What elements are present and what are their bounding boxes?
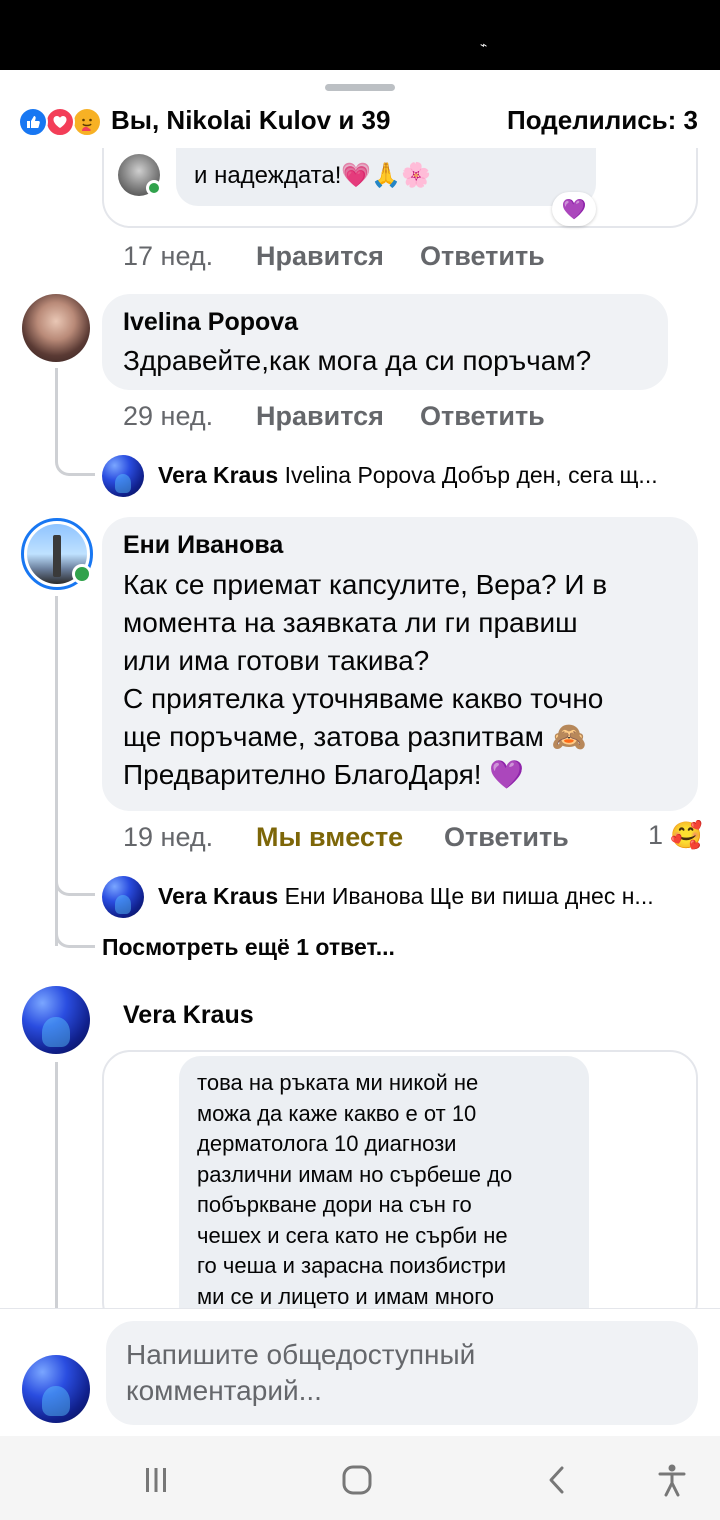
comment-input[interactable]: Напишите общедоступный комментарий...	[106, 1321, 698, 1425]
reply-avatar[interactable]	[102, 455, 144, 497]
reply-button[interactable]: Ответить	[420, 401, 545, 432]
love-icon	[45, 107, 75, 137]
comment-line: ще поръчаме, затова разпитвам 🙈	[123, 721, 587, 752]
image-text-line: побъркване дори на сън го	[197, 1192, 472, 1217]
thread-connector	[55, 860, 95, 896]
reply-text: Ени Иванова Ще ви пиша днес н...	[284, 883, 654, 909]
reactors-summary[interactable]: Вы, Nikolai Kulov и 39	[111, 105, 390, 136]
thread-line	[55, 1062, 58, 1308]
like-button[interactable]: Нравится	[256, 241, 384, 272]
shares-count[interactable]: Поделились: 3	[507, 105, 698, 136]
online-indicator	[72, 564, 92, 584]
comment-image[interactable]: това на ръката ми никой не можа да каже …	[102, 1050, 698, 1330]
comment-text: Здравейте,как мога да си поръчам?	[123, 345, 592, 376]
image-text-line: дерматолога 10 диагнози	[197, 1131, 457, 1156]
comment-time: 19 нед.	[123, 822, 214, 852]
reply-author: Vera Kraus	[158, 883, 279, 909]
like-button-active[interactable]: Мы вместе	[256, 822, 403, 853]
comment-author[interactable]: Ivelina Popova	[123, 308, 298, 337]
reply-avatar[interactable]	[102, 876, 144, 918]
accessibility-icon[interactable]	[654, 1462, 690, 1498]
reply-author: Vera Kraus	[158, 462, 279, 488]
image-text-line: това на ръката ми никой не	[197, 1070, 479, 1095]
image-text-line: чешех и сега като не сърби не	[197, 1222, 508, 1248]
thread-line	[55, 368, 58, 448]
reaction-count[interactable]: 1	[648, 820, 663, 851]
reactions-header[interactable]: Вы, Nikolai Kulov и 39 Поделились: 3	[0, 98, 720, 148]
like-button[interactable]: Нравится	[256, 401, 384, 432]
comment-time: 29 нед.	[123, 401, 214, 431]
comment-line: Предварително БлагоДаря! 💜	[123, 759, 525, 790]
thread-line	[55, 596, 58, 946]
avatar[interactable]	[22, 986, 90, 1054]
comment-line: Как се приемат капсулите, Вера? И в	[123, 569, 608, 600]
reply-preview[interactable]: Vera Kraus Ivelina Popova Добър ден, сег…	[158, 462, 698, 489]
back-icon[interactable]	[540, 1462, 576, 1498]
comment-composer: Напишите общедоступный комментарий...	[0, 1308, 720, 1436]
reaction-badge: 💜	[552, 192, 596, 226]
comment-time: 17 нед.	[123, 241, 214, 271]
like-icon	[18, 107, 48, 137]
comment-author[interactable]: Ени Иванова	[123, 531, 283, 560]
comment-text: Как се приемат капсулите, Вера? И в моме…	[123, 566, 693, 794]
reaction-emoji[interactable]: 🥰	[670, 820, 702, 851]
image-text-line: го чеша и зарасна поизбистри	[197, 1253, 507, 1278]
status-mark: ⌁	[480, 38, 488, 52]
reaction-icons[interactable]	[18, 107, 108, 137]
comment-author[interactable]: Vera Kraus	[123, 1001, 254, 1030]
comment-text: и надеждата!💗🙏🌸	[194, 162, 432, 189]
thread-connector	[55, 440, 95, 476]
comments-sheet: Вы, Nikolai Kulov и 39 Поделились: 3 и н…	[0, 70, 720, 1436]
image-text: това на ръката ми никой не можа да каже …	[197, 1068, 587, 1312]
comment-line: или има готови такива?	[123, 645, 430, 676]
home-icon[interactable]	[339, 1462, 375, 1498]
status-bar: ⌁	[0, 0, 720, 70]
sheet-grabber[interactable]	[325, 84, 395, 91]
image-text-line: различни имам но сърбеше до	[197, 1161, 513, 1187]
reply-button[interactable]: Ответить	[420, 241, 545, 272]
placeholder-line: комментарий...	[126, 1375, 322, 1406]
reply-text: Ivelina Popova Добър ден, сега щ...	[284, 462, 658, 488]
system-nav-bar	[0, 1436, 720, 1520]
reply-button[interactable]: Ответить	[444, 822, 569, 853]
thread-connector	[55, 910, 95, 948]
placeholder-line: Напишите общедоступный	[126, 1339, 476, 1370]
comment-line: С приятелка уточняваме какво точно	[123, 683, 604, 714]
comment-line: момента на заявката ли ги правиш	[123, 607, 578, 638]
more-replies-link[interactable]: Посмотреть ещё 1 ответ...	[102, 934, 395, 961]
avatar[interactable]	[22, 294, 90, 362]
image-text-line: можа да каже какво е от 10	[197, 1100, 477, 1126]
care-icon	[72, 107, 102, 137]
recents-icon[interactable]	[138, 1462, 174, 1498]
reply-preview[interactable]: Vera Kraus Ени Иванова Ще ви пиша днес н…	[158, 883, 698, 910]
composer-avatar	[22, 1355, 90, 1423]
online-indicator	[146, 180, 162, 196]
